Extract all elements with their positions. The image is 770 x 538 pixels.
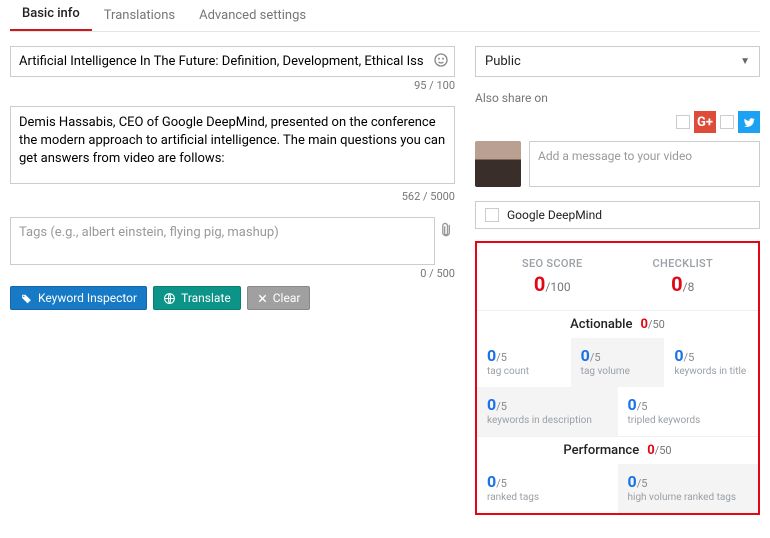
avatar (475, 141, 521, 187)
tag-icon (20, 292, 33, 305)
emoji-icon[interactable] (433, 52, 449, 72)
channel-thumbnail (485, 208, 499, 222)
googleplus-icon: G+ (694, 111, 716, 133)
clear-button[interactable]: Clear (247, 286, 311, 310)
metric-keywords-title: 0/5 keywords in title (664, 338, 758, 387)
seo-score-label: SEO SCORE (522, 257, 582, 270)
checklist-value: 0/8 (653, 272, 713, 296)
metric-tripled-keywords: 0/5 tripled keywords (618, 387, 759, 436)
channel-name: Google DeepMind (507, 208, 602, 222)
tags-counter: 0 / 500 (10, 267, 455, 280)
metric-keywords-description: 0/5 keywords in description (477, 387, 618, 436)
description-textarea[interactable]: Demis Hassabis, CEO of Google DeepMind, … (10, 106, 455, 184)
button-label: Clear (273, 291, 301, 305)
title-counter: 95 / 100 (10, 79, 455, 92)
translate-button[interactable]: Translate (153, 286, 241, 310)
metric-tag-volume: 0/5 tag volume (571, 338, 665, 387)
chevron-down-icon: ▼ (740, 56, 750, 67)
button-label: Translate (181, 291, 231, 305)
tab-advanced-settings[interactable]: Advanced settings (187, 0, 318, 31)
title-input[interactable] (10, 46, 455, 77)
paperclip-icon[interactable] (434, 218, 459, 243)
tags-textarea[interactable] (10, 217, 435, 265)
tabs-bar: Basic info Translations Advanced setting… (10, 0, 760, 32)
metric-high-volume-ranked: 0/5 high volume ranked tags (618, 464, 759, 513)
tab-translations[interactable]: Translations (92, 0, 187, 31)
privacy-value: Public (485, 54, 521, 69)
share-label: Also share on (475, 91, 760, 105)
metric-ranked-tags: 0/5 ranked tags (477, 464, 618, 513)
checklist-label: CHECKLIST (653, 257, 713, 270)
keyword-inspector-button[interactable]: Keyword Inspector (10, 286, 147, 310)
privacy-dropdown[interactable]: Public ▼ (475, 46, 760, 77)
metric-tag-count: 0/5 tag count (477, 338, 571, 387)
seo-score-value: 0/100 (522, 272, 582, 296)
share-message-input[interactable]: Add a message to your video (529, 141, 760, 187)
tab-basic-info[interactable]: Basic info (10, 0, 92, 31)
actionable-header: Actionable 0/50 (477, 310, 758, 338)
button-label: Keyword Inspector (38, 291, 137, 305)
channel-box[interactable]: Google DeepMind (475, 201, 760, 229)
description-counter: 562 / 5000 (10, 190, 455, 203)
seo-panel: SEO SCORE 0/100 CHECKLIST 0/8 Actionable… (475, 241, 760, 515)
x-icon (257, 293, 268, 304)
performance-header: Performance 0/50 (477, 436, 758, 464)
twitter-checkbox[interactable] (720, 115, 734, 129)
googleplus-checkbox[interactable] (676, 115, 690, 129)
twitter-icon (738, 111, 760, 133)
globe-icon (163, 292, 176, 305)
